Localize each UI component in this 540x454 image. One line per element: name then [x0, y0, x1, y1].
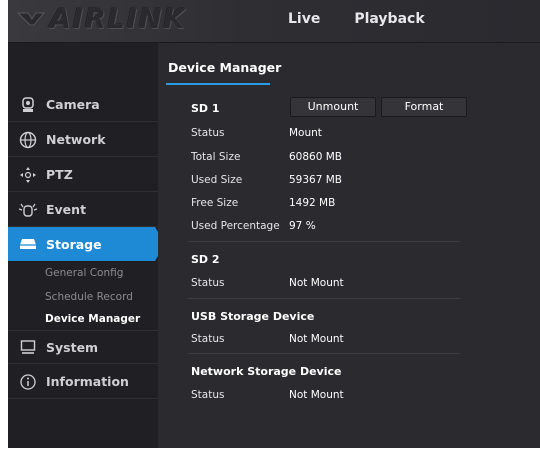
sidebar-item-information[interactable]: Information — [8, 365, 158, 399]
network-globe-icon — [18, 130, 38, 150]
sidebar-item-ptz[interactable]: PTZ — [8, 158, 158, 192]
sd1-used-size-label: Used Size — [191, 174, 243, 186]
divider — [188, 353, 460, 354]
usb-status-value: Not Mount — [289, 333, 344, 345]
brand-logo: AIRLINK — [16, 3, 187, 35]
sidebar-item-label: Network — [46, 132, 106, 147]
sd1-status-value: Mount — [289, 127, 322, 139]
sidebar-item-label: Information — [46, 374, 129, 389]
top-bar: AIRLINK Live Playback — [8, 0, 540, 43]
app-window: AIRLINK Live Playback Camera Network PTZ… — [8, 0, 540, 448]
divider — [188, 241, 460, 242]
sidebar: Camera Network PTZ Event Storage General… — [8, 43, 165, 448]
sidebar-item-network[interactable]: Network — [8, 123, 158, 157]
sd1-title: SD 1 — [191, 102, 220, 115]
network-status-label: Status — [191, 389, 225, 401]
usb-storage-title: USB Storage Device — [191, 310, 315, 323]
nav-playback[interactable]: Playback — [354, 11, 424, 27]
sd2-title: SD 2 — [191, 253, 220, 266]
camera-icon — [18, 95, 38, 115]
ptz-arrows-icon — [18, 165, 38, 185]
info-icon — [18, 372, 38, 392]
network-storage-title: Network Storage Device — [191, 365, 342, 378]
top-nav: Live Playback — [288, 11, 425, 27]
sd2-status-value: Not Mount — [289, 277, 344, 289]
sd1-free-size-value: 1492 MB — [289, 197, 336, 209]
sd1-used-percentage-value: 97 % — [289, 220, 316, 232]
sd1-total-size-label: Total Size — [191, 151, 241, 163]
nav-live[interactable]: Live — [288, 11, 320, 27]
event-alarm-icon — [18, 200, 38, 220]
sd1-used-size-value: 59367 MB — [289, 174, 343, 186]
monitor-icon — [18, 337, 38, 357]
sidebar-item-system[interactable]: System — [8, 330, 158, 364]
sidebar-item-camera[interactable]: Camera — [8, 88, 158, 122]
airlink-logo-icon — [16, 12, 46, 26]
storage-drive-icon — [18, 234, 38, 254]
logo-text: AIRLINK — [50, 3, 187, 35]
unmount-button[interactable]: Unmount — [290, 97, 376, 117]
sd2-status-label: Status — [191, 277, 225, 289]
sidebar-item-label: Event — [46, 202, 87, 217]
sidebar-item-label: System — [46, 339, 99, 355]
sidebar-sub-general-config[interactable]: General Config — [45, 267, 123, 279]
usb-status-label: Status — [191, 333, 225, 345]
tab-active-indicator — [166, 83, 270, 85]
sd1-used-percentage-label: Used Percentage — [191, 220, 280, 232]
main-panel: Device Manager SD 1 Unmount Format Statu… — [158, 43, 540, 448]
format-button[interactable]: Format — [381, 97, 467, 117]
sidebar-item-event[interactable]: Event — [8, 193, 158, 227]
sd1-total-size-value: 60860 MB — [289, 151, 343, 163]
sidebar-item-storage[interactable]: Storage — [8, 227, 165, 261]
network-status-value: Not Mount — [289, 389, 344, 401]
sd1-status-label: Status — [191, 127, 225, 139]
sidebar-item-label: Camera — [46, 97, 100, 112]
sidebar-item-label: PTZ — [46, 167, 73, 182]
sidebar-sub-schedule-record[interactable]: Schedule Record — [45, 291, 133, 303]
tab-device-manager[interactable]: Device Manager — [168, 60, 281, 75]
sidebar-item-label: Storage — [46, 236, 102, 252]
divider — [188, 298, 460, 299]
sd1-free-size-label: Free Size — [191, 197, 239, 209]
sidebar-sub-device-manager[interactable]: Device Manager — [45, 313, 140, 325]
